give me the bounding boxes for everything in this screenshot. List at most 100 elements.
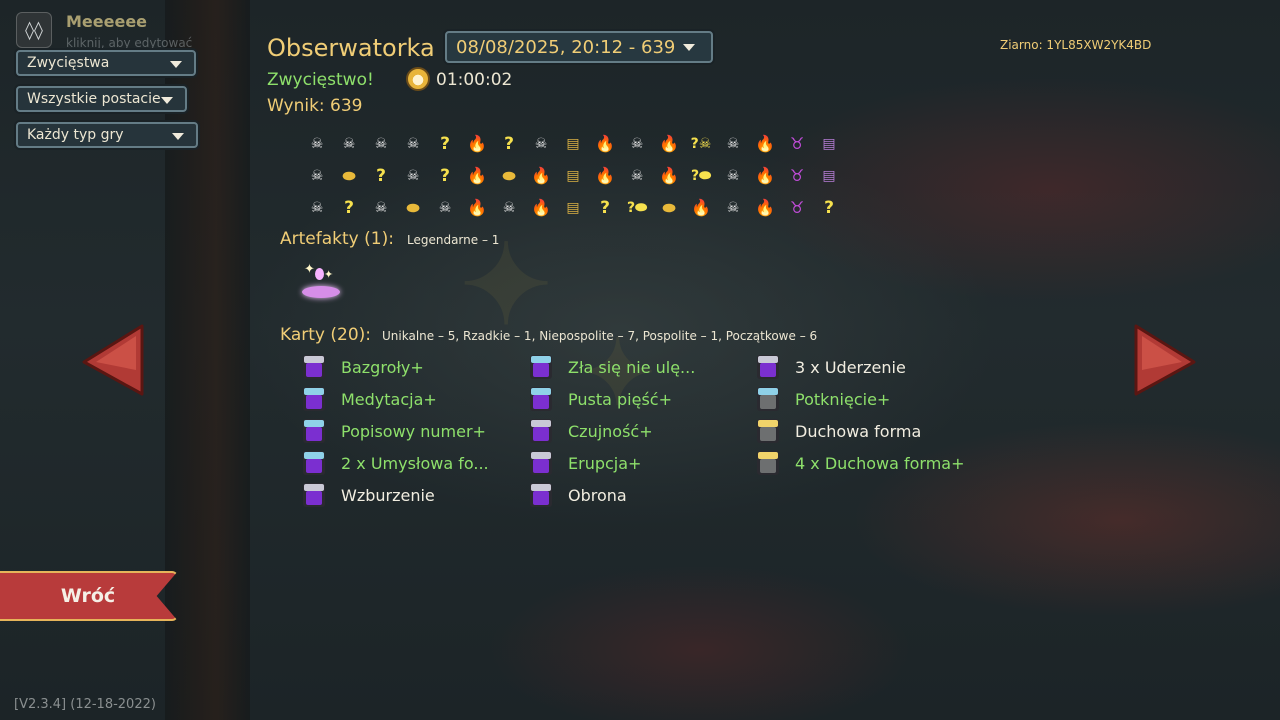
path-node-rest-icon[interactable]: 🔥	[749, 197, 781, 219]
relics-heading: Artefakty (1):	[280, 229, 394, 249]
run-select-value: 08/08/2025, 20:12 - 639	[456, 36, 676, 58]
path-node-monster-icon[interactable]: ☠	[397, 133, 429, 155]
path-node-monster-icon[interactable]: ☠	[493, 197, 525, 219]
path-node-shop-icon[interactable]: ⬬	[653, 197, 685, 219]
path-node-shop-icon[interactable]: ⬬	[333, 165, 365, 187]
path-node-monster-icon[interactable]: ☠	[301, 165, 333, 187]
previous-run-arrow-icon[interactable]	[80, 324, 144, 396]
stopwatch-icon	[406, 67, 430, 91]
path-node-rest-icon[interactable]: 🔥	[461, 165, 493, 187]
path-node-rest-icon[interactable]: 🔥	[749, 165, 781, 187]
card-type-icon	[530, 483, 552, 507]
run-score: Wynik: 639	[267, 96, 363, 116]
card-name: Popisowy numer+	[341, 421, 486, 441]
card-entry[interactable]: Bazgroły+	[303, 354, 424, 380]
path-node-boss-icon[interactable]: ♉	[781, 165, 813, 187]
result-filter-value: Zwycięstwa	[27, 55, 110, 71]
card-entry[interactable]: Wzburzenie	[303, 482, 435, 508]
profile-avatar-icon[interactable]: ◊◊	[16, 12, 52, 48]
path-node-monster-icon[interactable]: ☠	[397, 165, 429, 187]
card-type-icon	[530, 355, 552, 379]
path-node-shop-icon[interactable]: ⬬	[397, 197, 429, 219]
path-node-unknown-shop-icon[interactable]: ?⬬	[621, 197, 653, 219]
path-node-unknown-shop-icon[interactable]: ?⬬	[685, 165, 717, 187]
path-node-chest-icon[interactable]: ▤	[557, 197, 589, 219]
path-node-monster-icon[interactable]: ☠	[621, 165, 653, 187]
card-entry[interactable]: Duchowa forma	[757, 418, 921, 444]
path-node-boss-chest-icon[interactable]: ▤	[813, 165, 845, 187]
path-node-chest-icon[interactable]: ▤	[557, 133, 589, 155]
path-node-rest-icon[interactable]: 🔥	[589, 133, 621, 155]
run-select-dropdown[interactable]: 08/08/2025, 20:12 - 639	[445, 31, 713, 63]
card-entry[interactable]: Popisowy numer+	[303, 418, 486, 444]
card-name: Potknięcie+	[795, 389, 891, 409]
path-node-unknown-icon[interactable]: ?	[493, 133, 525, 155]
path-node-unknown-icon[interactable]: ?	[429, 133, 461, 155]
path-node-rest-icon[interactable]: 🔥	[525, 197, 557, 219]
path-node-monster-icon[interactable]: ☠	[429, 197, 461, 219]
card-name: Wzburzenie	[341, 485, 435, 505]
result-filter-dropdown[interactable]: Zwycięstwa	[16, 50, 196, 76]
path-node-boss-icon[interactable]: ♉	[781, 197, 813, 219]
character-filter-value: Wszystkie postacie	[27, 91, 161, 107]
card-entry[interactable]: Czujność+	[530, 418, 653, 444]
cards-heading: Karty (20):	[280, 325, 372, 345]
path-node-monster-icon[interactable]: ☠	[717, 133, 749, 155]
path-node-monster-icon[interactable]: ☠	[717, 197, 749, 219]
path-node-monster-icon[interactable]: ☠	[525, 133, 557, 155]
path-node-boss-icon[interactable]: ♉	[781, 133, 813, 155]
card-entry[interactable]: Obrona	[530, 482, 627, 508]
liquid-memories-icon[interactable]: ✦ ✦	[300, 260, 342, 302]
path-node-unknown-icon[interactable]: ?	[333, 197, 365, 219]
card-name: 2 x Umysłowa fo...	[341, 453, 489, 473]
path-node-rest-icon[interactable]: 🔥	[749, 133, 781, 155]
game-type-filter-dropdown[interactable]: Każdy typ gry	[16, 122, 198, 148]
card-entry[interactable]: 4 x Duchowa forma+	[757, 450, 965, 476]
run-result: Zwycięstwo!	[267, 70, 374, 90]
card-entry[interactable]: 3 x Uderzenie	[757, 354, 906, 380]
back-button[interactable]: Wróć	[0, 571, 178, 621]
character-name: Obserwatorka	[267, 34, 435, 62]
path-node-monster-icon[interactable]: ☠	[365, 133, 397, 155]
card-name: Erupcja+	[568, 453, 642, 473]
next-run-arrow-icon[interactable]	[1134, 324, 1198, 396]
card-name: Pusta pięść+	[568, 389, 672, 409]
path-node-unknown-monster-icon[interactable]: ?☠	[685, 133, 717, 155]
path-node-monster-icon[interactable]: ☠	[621, 133, 653, 155]
path-node-unknown-icon[interactable]: ?	[365, 165, 397, 187]
path-node-unknown-icon[interactable]: ?	[429, 165, 461, 187]
path-row-act-3: ☠? ☠ ⬬ ☠ 🔥 ☠ 🔥 ▤? ?⬬ ⬬ 🔥 ☠ 🔥 ♉?	[301, 197, 845, 219]
path-node-unknown-icon[interactable]: ?	[813, 197, 845, 219]
path-node-monster-icon[interactable]: ☠	[333, 133, 365, 155]
card-entry[interactable]: Medytacja+	[303, 386, 437, 412]
card-type-icon	[303, 451, 325, 475]
path-node-shop-icon[interactable]: ⬬	[493, 165, 525, 187]
card-name: Medytacja+	[341, 389, 437, 409]
card-entry[interactable]: Zła się nie ulę...	[530, 354, 695, 380]
path-node-rest-icon[interactable]: 🔥	[461, 133, 493, 155]
card-entry[interactable]: Erupcja+	[530, 450, 641, 476]
path-node-rest-icon[interactable]: 🔥	[653, 165, 685, 187]
chevron-down-icon	[683, 44, 695, 51]
path-node-unknown-icon[interactable]: ?	[589, 197, 621, 219]
card-entry[interactable]: Potknięcie+	[757, 386, 890, 412]
path-node-rest-icon[interactable]: 🔥	[461, 197, 493, 219]
path-node-monster-icon[interactable]: ☠	[717, 165, 749, 187]
path-node-chest-icon[interactable]: ▤	[557, 165, 589, 187]
profile-edit-hint: kliknij, aby edytować	[66, 36, 193, 50]
path-node-monster-icon[interactable]: ☠	[301, 197, 333, 219]
card-entry[interactable]: Pusta pięść+	[530, 386, 672, 412]
character-filter-dropdown[interactable]: Wszystkie postacie	[16, 86, 187, 112]
profile-name[interactable]: Meeeeee	[66, 12, 147, 31]
card-type-icon	[303, 355, 325, 379]
path-node-rest-icon[interactable]: 🔥	[525, 165, 557, 187]
card-entry[interactable]: 2 x Umysłowa fo...	[303, 450, 489, 476]
path-node-boss-chest-icon[interactable]: ▤	[813, 133, 845, 155]
path-node-rest-icon[interactable]: 🔥	[653, 133, 685, 155]
run-seed: Ziarno: 1YL85XW2YK4BD	[1000, 38, 1152, 52]
path-node-rest-icon[interactable]: 🔥	[589, 165, 621, 187]
path-node-monster-icon[interactable]: ☠	[301, 133, 333, 155]
card-type-icon	[303, 419, 325, 443]
path-node-rest-icon[interactable]: 🔥	[685, 197, 717, 219]
path-node-monster-icon[interactable]: ☠	[365, 197, 397, 219]
